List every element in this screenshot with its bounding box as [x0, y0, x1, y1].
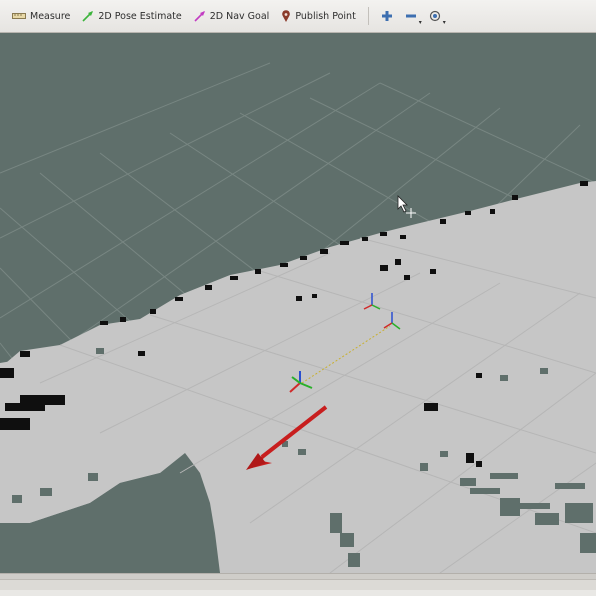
chevron-down-icon: ▾ — [442, 19, 446, 26]
measure-tool-label: Measure — [30, 10, 71, 22]
3d-render-viewport[interactable] — [0, 33, 596, 573]
nav-goal-tool-button[interactable]: 2D Nav Goal — [188, 4, 276, 28]
status-bar — [0, 590, 596, 596]
pose-estimate-tool-button[interactable]: 2D Pose Estimate — [76, 4, 187, 28]
mouse-cursor-icon — [397, 195, 416, 218]
zoom-out-button[interactable]: ▾ — [401, 5, 422, 27]
nav-goal-tool-label: 2D Nav Goal — [209, 10, 270, 22]
map-scene[interactable] — [0, 33, 596, 573]
magenta-arrow-icon — [194, 11, 205, 22]
zoom-in-icon — [381, 11, 392, 21]
publish-point-tool-label: Publish Point — [295, 10, 356, 22]
camera-focus-button[interactable]: ▾ — [425, 5, 446, 27]
bottom-panel-splitter[interactable] — [0, 573, 596, 596]
toolbar-separator — [367, 7, 369, 25]
zoom-out-icon — [405, 14, 416, 18]
zoom-in-button[interactable] — [377, 5, 397, 27]
tool-toolbar: Measure 2D Pose Estimate 2D Nav Goal Pub… — [0, 0, 596, 33]
camera-focus-icon — [429, 10, 440, 22]
measure-tool-button[interactable]: Measure — [6, 4, 76, 28]
chevron-down-icon: ▾ — [418, 19, 422, 26]
splitter-grip[interactable] — [0, 574, 596, 580]
map-pin-icon — [282, 9, 291, 22]
green-arrow-icon — [82, 11, 94, 22]
pose-estimate-tool-label: 2D Pose Estimate — [98, 10, 182, 22]
ruler-icon — [12, 13, 26, 19]
publish-point-tool-button[interactable]: Publish Point — [275, 4, 361, 28]
